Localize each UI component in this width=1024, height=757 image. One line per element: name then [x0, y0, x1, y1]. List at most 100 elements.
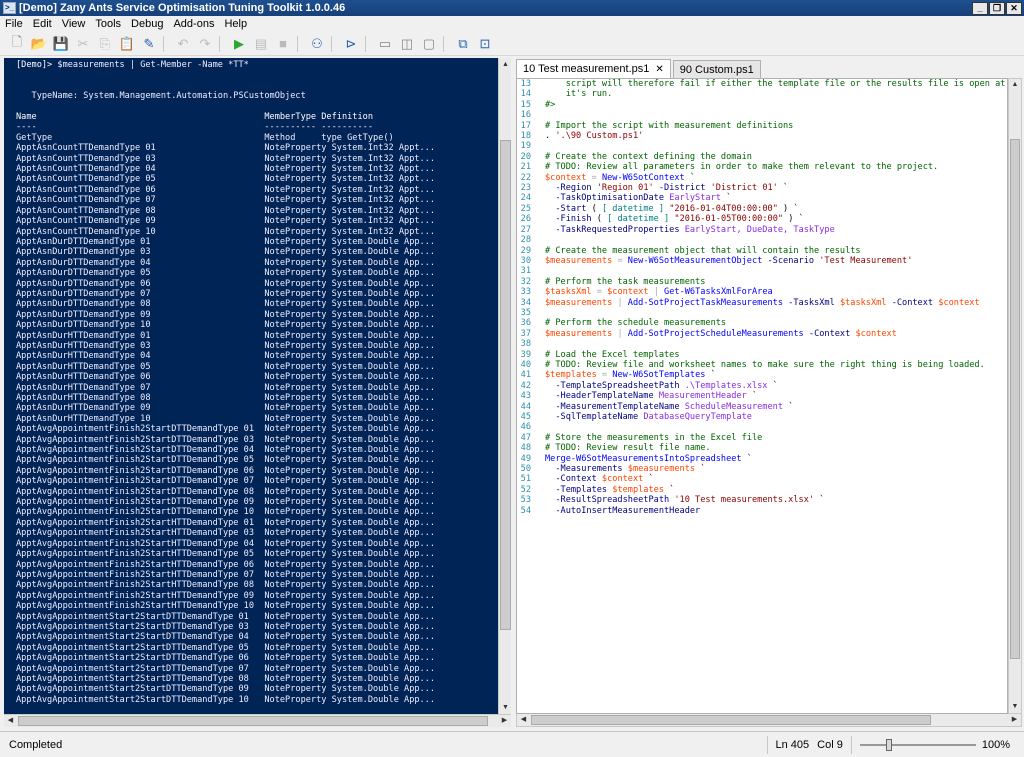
code-line[interactable]: 33 $tasksXml = $context | Get-W6TasksXmlF…	[517, 287, 1007, 297]
editor-vertical-scrollbar[interactable]: ▲ ▼	[1008, 78, 1022, 714]
code-line[interactable]: 16	[517, 110, 1007, 120]
code-line[interactable]: 31	[517, 266, 1007, 276]
save-icon[interactable]: 💾	[50, 34, 72, 54]
editor-scroll-thumb[interactable]	[1010, 139, 1020, 659]
tab-90-custom[interactable]: 90 Custom.ps1	[672, 60, 761, 78]
code-line[interactable]: 14 it's run.	[517, 89, 1007, 99]
clear-console-icon[interactable]: ✎	[138, 34, 160, 54]
menu-view[interactable]: View	[57, 18, 91, 30]
code-line[interactable]: 45 -SqlTemplateName DatabaseQueryTemplat…	[517, 412, 1007, 422]
tab-10-test-measurement[interactable]: 10 Test measurement.ps1 ✕	[516, 59, 671, 78]
menu-addons[interactable]: Add-ons	[168, 18, 219, 30]
menu-file[interactable]: File	[0, 18, 28, 30]
code-line[interactable]: 18 . '.\90 Custom.ps1'	[517, 131, 1007, 141]
line-number-gutter: 37	[520, 328, 531, 339]
console-vertical-scrollbar[interactable]: ▲ ▼	[498, 58, 511, 714]
undo-icon[interactable]: ↶	[172, 34, 194, 54]
console-horizontal-scrollbar[interactable]: ◀ ▶	[4, 714, 511, 727]
code-line[interactable]: 29 # Create the measurement object that w…	[517, 246, 1007, 256]
restore-button[interactable]: ❐	[989, 1, 1005, 15]
line-number-gutter: 47	[520, 432, 531, 443]
zoom-slider-handle[interactable]	[885, 738, 892, 751]
stop-icon[interactable]: ■	[272, 34, 294, 54]
script-editor[interactable]: 13 script will therefore fail if either …	[516, 78, 1008, 714]
scroll-down-icon[interactable]: ▼	[1009, 701, 1021, 713]
code-line[interactable]: 44 -MeasurementTemplateName ScheduleMeas…	[517, 402, 1007, 412]
close-button[interactable]: ✕	[1006, 1, 1022, 15]
code-line[interactable]: 37 $measurements | Add-SotProjectSchedule…	[517, 329, 1007, 339]
paste-icon[interactable]: 📋	[116, 34, 138, 54]
code-line[interactable]: 43 -HeaderTemplateName MeasurementHeader…	[517, 391, 1007, 401]
code-line[interactable]: 30 $measurements = New-W6SotMeasurementOb…	[517, 256, 1007, 266]
code-line[interactable]: 46	[517, 422, 1007, 432]
editor-hscroll-thumb[interactable]	[531, 715, 931, 725]
console-hscroll-thumb[interactable]	[18, 716, 488, 726]
code-line[interactable]: 20 # Create the context defining the doma…	[517, 152, 1007, 162]
show-script-right-icon[interactable]: ◫	[396, 34, 418, 54]
close-icon[interactable]: ✕	[655, 64, 663, 75]
code-line[interactable]: 25 -Start ( [ datetime ] "2016-01-04T00:…	[517, 204, 1007, 214]
show-script-max-icon[interactable]: ▢	[418, 34, 440, 54]
code-text: -TaskOptimisationDate EarlyStart `	[545, 193, 732, 204]
code-line[interactable]: 38	[517, 339, 1007, 349]
code-line[interactable]: 35	[517, 308, 1007, 318]
code-line[interactable]: 21 # TODO: Review all parameters in order…	[517, 162, 1007, 172]
code-line[interactable]: 54 -AutoInsertMeasurementHeader	[517, 506, 1007, 516]
show-command-addon-icon[interactable]: ⊡	[474, 34, 496, 54]
console-scroll-thumb[interactable]	[500, 140, 511, 630]
menu-debug[interactable]: Debug	[126, 18, 168, 30]
code-line[interactable]: 34 $measurements | Add-SotProjectTaskMeas…	[517, 298, 1007, 308]
cut-icon[interactable]: ✂	[72, 34, 94, 54]
scroll-up-icon[interactable]: ▲	[1009, 79, 1021, 91]
code-text: # Import the script with measurement def…	[545, 120, 794, 131]
code-line[interactable]: 50 -Measurements $measurements `	[517, 464, 1007, 474]
copy-icon[interactable]: ⎘	[94, 34, 116, 54]
code-line[interactable]: 41 $templates = New-W6SotTemplates `	[517, 370, 1007, 380]
code-line[interactable]: 47 # Store the measurements in the Excel …	[517, 433, 1007, 443]
run-script-icon[interactable]: ▶	[228, 34, 250, 54]
powershell-icon[interactable]: ⊳	[340, 34, 362, 54]
code-line[interactable]: 53 -ResultSpreadsheetPath '10 Test measu…	[517, 495, 1007, 505]
show-command-window-icon[interactable]: ⧉	[452, 34, 474, 54]
code-line[interactable]: 26 -Finish ( [ datetime ] "2016-01-05T00…	[517, 214, 1007, 224]
code-text: -Finish ( [ datetime ] "2016-01-05T00:00…	[545, 214, 804, 225]
code-line[interactable]: 39 # Load the Excel templates	[517, 350, 1007, 360]
code-line[interactable]: 32 # Perform the task measurements	[517, 277, 1007, 287]
console-pane[interactable]: [Demo]> $measurements | Get-Member -Name…	[4, 58, 498, 714]
code-line[interactable]: 17 # Import the script with measurement d…	[517, 121, 1007, 131]
scroll-right-icon[interactable]: ▶	[1008, 714, 1021, 726]
new-file-icon[interactable]: 🗋	[6, 34, 28, 54]
code-line[interactable]: 49 Merge-W6SotMeasurementsIntoSpreadsheet…	[517, 454, 1007, 464]
code-line[interactable]: 24 -TaskOptimisationDate EarlyStart `	[517, 193, 1007, 203]
code-line[interactable]: 19	[517, 141, 1007, 151]
new-remote-tab-icon[interactable]: ⚇	[306, 34, 328, 54]
code-line[interactable]: 52 -Templates $templates `	[517, 485, 1007, 495]
code-line[interactable]: 42 -TemplateSpreadsheetPath .\Templates.…	[517, 381, 1007, 391]
code-line[interactable]: 28	[517, 235, 1007, 245]
minimize-button[interactable]: _	[972, 1, 988, 15]
code-line[interactable]: 36 # Perform the schedule measurements	[517, 318, 1007, 328]
show-script-top-icon[interactable]: ▭	[374, 34, 396, 54]
open-folder-icon[interactable]: 📂	[28, 34, 50, 54]
scroll-right-icon[interactable]: ▶	[498, 715, 511, 727]
redo-icon[interactable]: ↷	[194, 34, 216, 54]
scroll-left-icon[interactable]: ◀	[4, 715, 17, 727]
code-line[interactable]: 51 -Context $context `	[517, 474, 1007, 484]
code-line[interactable]: 15 #>	[517, 100, 1007, 110]
pane-splitter[interactable]	[511, 58, 515, 727]
code-line[interactable]: 22 $context = New-W6SotContext `	[517, 173, 1007, 183]
editor-horizontal-scrollbar[interactable]: ◀ ▶	[516, 714, 1022, 727]
line-number-gutter: 53	[520, 495, 531, 506]
menu-help[interactable]: Help	[219, 18, 252, 30]
code-line[interactable]: 27 -TaskRequestedProperties EarlyStart, …	[517, 225, 1007, 235]
menu-tools[interactable]: Tools	[90, 18, 126, 30]
menu-edit[interactable]: Edit	[28, 18, 57, 30]
code-line[interactable]: 48 # TODO: Review result file name.	[517, 443, 1007, 453]
zoom-slider[interactable]	[859, 738, 976, 752]
toolbar-separator	[297, 35, 303, 52]
code-line[interactable]: 23 -Region 'Region 01' -District 'Distri…	[517, 183, 1007, 193]
code-line[interactable]: 40 # TODO: Review file and worksheet name…	[517, 360, 1007, 370]
run-selection-icon[interactable]: ▤	[250, 34, 272, 54]
scroll-left-icon[interactable]: ◀	[517, 714, 530, 726]
code-line[interactable]: 13 script will therefore fail if either …	[517, 79, 1007, 89]
